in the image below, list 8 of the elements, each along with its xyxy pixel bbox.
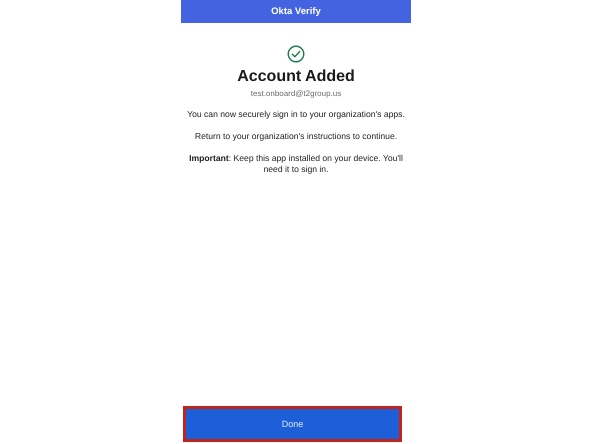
done-button[interactable]: Done	[186, 409, 399, 439]
check-circle-icon	[287, 45, 305, 63]
message-text: You can now securely sign in to your organization's apps.	[187, 109, 405, 120]
app-title: Okta Verify	[271, 6, 321, 17]
heading: Account Added	[237, 68, 355, 86]
message-text: Return to your organization's instructions to continue.	[194, 131, 398, 142]
account-email: test.onboard@t2group.us	[250, 89, 342, 98]
message-text: Important: Keep this app installed on your device. You'll need it to sign in.	[188, 153, 404, 175]
